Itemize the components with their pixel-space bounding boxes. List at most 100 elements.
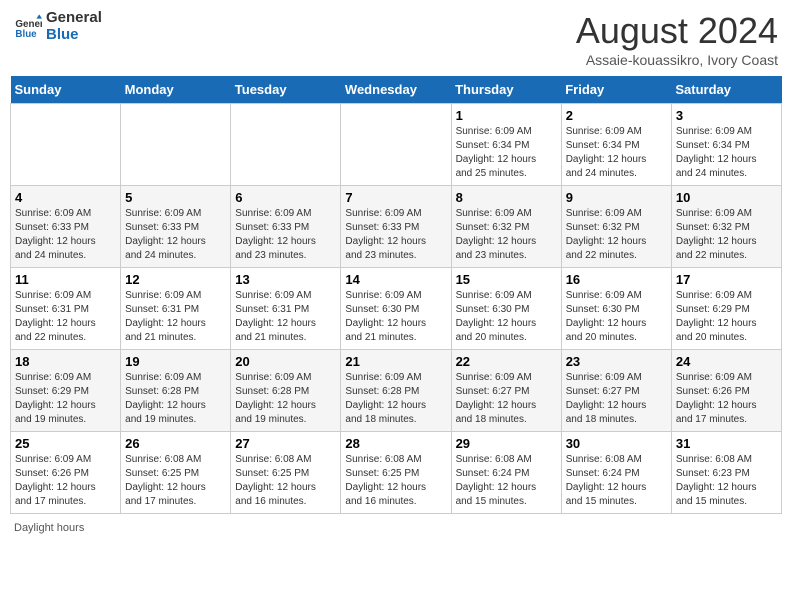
day-info: Sunrise: 6:08 AM Sunset: 6:25 PM Dayligh… xyxy=(235,453,336,509)
day-number: 3 xyxy=(676,108,777,123)
dow-header-sunday: Sunday xyxy=(11,76,121,104)
calendar-cell: 14Sunrise: 6:09 AM Sunset: 6:30 PM Dayli… xyxy=(341,268,451,350)
day-number: 1 xyxy=(456,108,557,123)
day-info: Sunrise: 6:08 AM Sunset: 6:24 PM Dayligh… xyxy=(456,453,557,509)
calendar-body: 1 Sunrise: 6:09 AM Sunset: 6:34 PM Daylig… xyxy=(11,104,782,514)
day-info: Sunrise: 6:09 AM Sunset: 6:28 PM Dayligh… xyxy=(345,371,446,427)
day-info: Sunrise: 6:09 AM Sunset: 6:29 PM Dayligh… xyxy=(676,289,777,345)
calendar-cell: 15Sunrise: 6:09 AM Sunset: 6:30 PM Dayli… xyxy=(451,268,561,350)
dow-header-saturday: Saturday xyxy=(671,76,781,104)
day-number: 22 xyxy=(456,354,557,369)
week-row-2: 4 Sunrise: 6:09 AM Sunset: 6:33 PM Daylig… xyxy=(11,186,782,268)
calendar-cell: 12Sunrise: 6:09 AM Sunset: 6:31 PM Dayli… xyxy=(121,268,231,350)
day-number: 18 xyxy=(15,354,116,369)
day-info: Sunrise: 6:09 AM Sunset: 6:26 PM Dayligh… xyxy=(15,453,116,509)
logo-text-general: General xyxy=(46,10,102,27)
week-row-4: 18 Sunrise: 6:09 AM Sunset: 6:29 PM Dayli… xyxy=(11,350,782,432)
calendar-cell: 8 Sunrise: 6:09 AM Sunset: 6:32 PM Daylig… xyxy=(451,186,561,268)
calendar-cell: 7Sunrise: 6:09 AM Sunset: 6:33 PM Daylig… xyxy=(341,186,451,268)
day-info: Sunrise: 6:09 AM Sunset: 6:28 PM Dayligh… xyxy=(125,371,226,427)
day-number: 30 xyxy=(566,436,667,451)
day-info: Sunrise: 6:08 AM Sunset: 6:25 PM Dayligh… xyxy=(125,453,226,509)
day-info: Sunrise: 6:09 AM Sunset: 6:32 PM Dayligh… xyxy=(676,207,777,263)
day-info: Sunrise: 6:09 AM Sunset: 6:30 PM Dayligh… xyxy=(566,289,667,345)
day-number: 14 xyxy=(345,272,446,287)
day-number: 31 xyxy=(676,436,777,451)
day-number: 24 xyxy=(676,354,777,369)
calendar-cell: 25 Sunrise: 6:09 AM Sunset: 6:26 PM Dayli… xyxy=(11,432,121,514)
dow-header-tuesday: Tuesday xyxy=(231,76,341,104)
calendar-table: SundayMondayTuesdayWednesdayThursdayFrid… xyxy=(10,76,782,514)
calendar-cell xyxy=(341,104,451,186)
calendar-cell xyxy=(121,104,231,186)
footer-note: Daylight hours xyxy=(10,522,782,534)
day-info: Sunrise: 6:09 AM Sunset: 6:29 PM Dayligh… xyxy=(15,371,116,427)
day-info: Sunrise: 6:09 AM Sunset: 6:31 PM Dayligh… xyxy=(125,289,226,345)
day-number: 10 xyxy=(676,190,777,205)
main-title: August 2024 xyxy=(576,10,778,52)
calendar-cell: 27 Sunrise: 6:08 AM Sunset: 6:25 PM Dayli… xyxy=(231,432,341,514)
day-number: 23 xyxy=(566,354,667,369)
calendar-cell: 10 Sunrise: 6:09 AM Sunset: 6:32 PM Dayli… xyxy=(671,186,781,268)
day-number: 19 xyxy=(125,354,226,369)
day-number: 17 xyxy=(676,272,777,287)
calendar-cell: 28 Sunrise: 6:08 AM Sunset: 6:25 PM Dayli… xyxy=(341,432,451,514)
calendar-cell: 1Sunrise: 6:09 AM Sunset: 6:34 PM Daylig… xyxy=(451,104,561,186)
calendar-cell: 26 Sunrise: 6:08 AM Sunset: 6:25 PM Dayli… xyxy=(121,432,231,514)
calendar-cell: 16 Sunrise: 6:09 AM Sunset: 6:30 PM Dayli… xyxy=(561,268,671,350)
title-area: August 2024 Assaie-kouassikro, Ivory Coa… xyxy=(576,10,778,68)
calendar-cell: 6Sunrise: 6:09 AM Sunset: 6:33 PM Daylig… xyxy=(231,186,341,268)
day-number: 16 xyxy=(566,272,667,287)
day-number: 8 xyxy=(456,190,557,205)
day-info: Sunrise: 6:09 AM Sunset: 6:34 PM Dayligh… xyxy=(566,125,667,181)
day-info: Sunrise: 6:08 AM Sunset: 6:25 PM Dayligh… xyxy=(345,453,446,509)
calendar-cell: 31 Sunrise: 6:08 AM Sunset: 6:23 PM Dayli… xyxy=(671,432,781,514)
day-number: 11 xyxy=(15,272,116,287)
calendar-cell: 20 Sunrise: 6:09 AM Sunset: 6:28 PM Dayli… xyxy=(231,350,341,432)
calendar-cell: 13 Sunrise: 6:09 AM Sunset: 6:31 PM Dayli… xyxy=(231,268,341,350)
day-number: 4 xyxy=(15,190,116,205)
calendar-cell: 11 Sunrise: 6:09 AM Sunset: 6:31 PM Dayli… xyxy=(11,268,121,350)
day-info: Sunrise: 6:09 AM Sunset: 6:27 PM Dayligh… xyxy=(566,371,667,427)
day-number: 5 xyxy=(125,190,226,205)
day-number: 25 xyxy=(15,436,116,451)
day-number: 13 xyxy=(235,272,336,287)
day-info: Sunrise: 6:09 AM Sunset: 6:31 PM Dayligh… xyxy=(235,289,336,345)
calendar-cell: 4 Sunrise: 6:09 AM Sunset: 6:33 PM Daylig… xyxy=(11,186,121,268)
day-number: 9 xyxy=(566,190,667,205)
day-info: Sunrise: 6:09 AM Sunset: 6:28 PM Dayligh… xyxy=(235,371,336,427)
day-number: 26 xyxy=(125,436,226,451)
day-number: 7 xyxy=(345,190,446,205)
day-number: 2 xyxy=(566,108,667,123)
calendar-cell: 29Sunrise: 6:08 AM Sunset: 6:24 PM Dayli… xyxy=(451,432,561,514)
calendar-cell: 5 Sunrise: 6:09 AM Sunset: 6:33 PM Daylig… xyxy=(121,186,231,268)
page-header: General Blue General Blue August 2024 As… xyxy=(10,10,782,68)
day-info: Sunrise: 6:09 AM Sunset: 6:30 PM Dayligh… xyxy=(456,289,557,345)
day-info: Sunrise: 6:09 AM Sunset: 6:31 PM Dayligh… xyxy=(15,289,116,345)
day-info: Sunrise: 6:09 AM Sunset: 6:33 PM Dayligh… xyxy=(15,207,116,263)
day-info: Sunrise: 6:09 AM Sunset: 6:33 PM Dayligh… xyxy=(125,207,226,263)
calendar-cell: 24 Sunrise: 6:09 AM Sunset: 6:26 PM Dayli… xyxy=(671,350,781,432)
calendar-cell: 30Sunrise: 6:08 AM Sunset: 6:24 PM Dayli… xyxy=(561,432,671,514)
calendar-cell: 17 Sunrise: 6:09 AM Sunset: 6:29 PM Dayli… xyxy=(671,268,781,350)
logo: General Blue General Blue xyxy=(14,10,102,43)
day-info: Sunrise: 6:09 AM Sunset: 6:34 PM Dayligh… xyxy=(676,125,777,181)
day-info: Sunrise: 6:09 AM Sunset: 6:32 PM Dayligh… xyxy=(566,207,667,263)
week-row-3: 11 Sunrise: 6:09 AM Sunset: 6:31 PM Dayli… xyxy=(11,268,782,350)
calendar-cell: 23 Sunrise: 6:09 AM Sunset: 6:27 PM Dayli… xyxy=(561,350,671,432)
calendar-cell: 19 Sunrise: 6:09 AM Sunset: 6:28 PM Dayli… xyxy=(121,350,231,432)
dow-header-wednesday: Wednesday xyxy=(341,76,451,104)
dow-header-thursday: Thursday xyxy=(451,76,561,104)
logo-text-blue: Blue xyxy=(46,27,102,44)
days-of-week-row: SundayMondayTuesdayWednesdayThursdayFrid… xyxy=(11,76,782,104)
day-info: Sunrise: 6:08 AM Sunset: 6:23 PM Dayligh… xyxy=(676,453,777,509)
day-number: 20 xyxy=(235,354,336,369)
calendar-cell: 21Sunrise: 6:09 AM Sunset: 6:28 PM Dayli… xyxy=(341,350,451,432)
day-number: 27 xyxy=(235,436,336,451)
calendar-cell: 18 Sunrise: 6:09 AM Sunset: 6:29 PM Dayli… xyxy=(11,350,121,432)
day-info: Sunrise: 6:09 AM Sunset: 6:26 PM Dayligh… xyxy=(676,371,777,427)
day-info: Sunrise: 6:09 AM Sunset: 6:27 PM Dayligh… xyxy=(456,371,557,427)
calendar-cell: 3 Sunrise: 6:09 AM Sunset: 6:34 PM Daylig… xyxy=(671,104,781,186)
day-number: 28 xyxy=(345,436,446,451)
day-info: Sunrise: 6:09 AM Sunset: 6:32 PM Dayligh… xyxy=(456,207,557,263)
